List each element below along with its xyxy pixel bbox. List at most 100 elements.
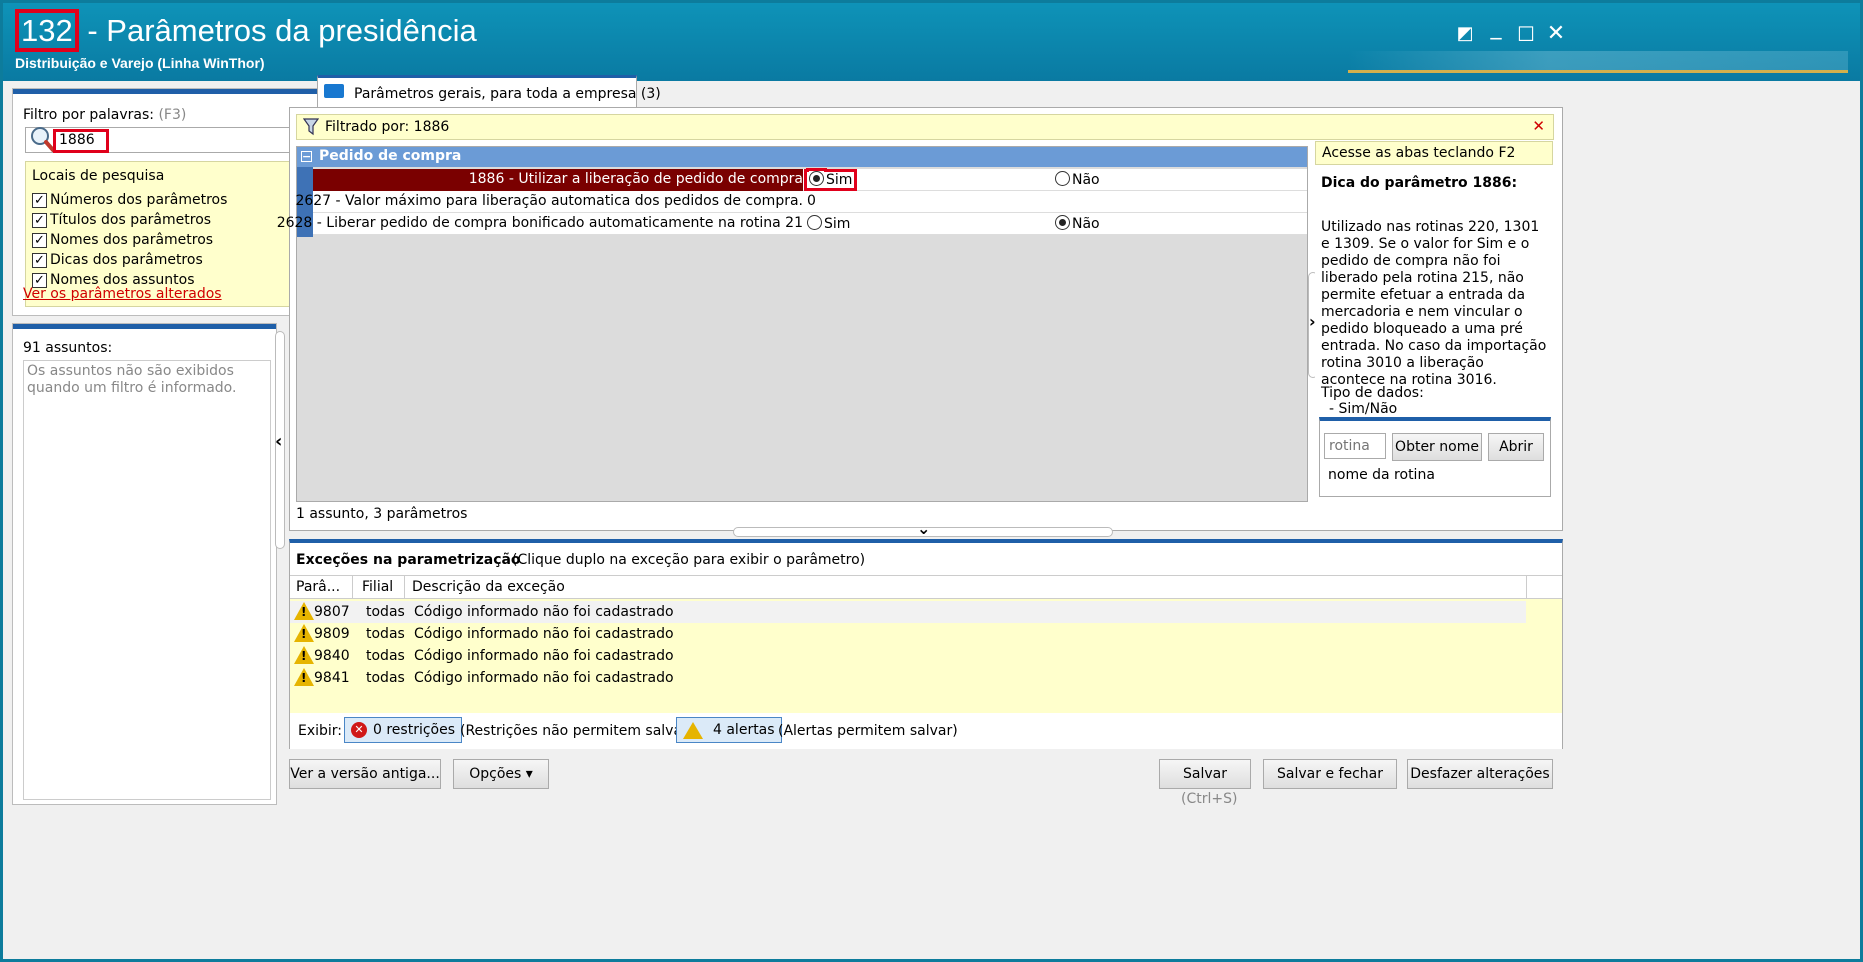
exceptions-header: Exceções na parametrização (Clique duplo… [290, 543, 1562, 575]
panel-accent-bar [13, 324, 276, 329]
collapse-down-icon[interactable]: ⌄ [917, 519, 930, 538]
warning-icon [294, 624, 314, 642]
old-version-button[interactable]: Ver a versão antiga... [289, 759, 441, 789]
minimize-icon[interactable]: _ [1479, 11, 1513, 45]
search-input[interactable]: 1886 [53, 129, 109, 153]
save-and-close-button[interactable]: Salvar e fechar [1263, 759, 1397, 789]
option-no[interactable]: Não [1055, 171, 1100, 188]
open-button[interactable]: Abrir [1488, 433, 1544, 461]
undo-changes-button[interactable]: Desfazer alterações [1407, 759, 1553, 789]
exception-branch: todas [366, 604, 405, 620]
exception-branch: todas [366, 670, 405, 686]
filter-panel: Filtro por palavras: (F3) 1886 ✕ Locais … [12, 88, 328, 316]
parameter-row[interactable]: 2628 - Liberar pedido de compra bonifica… [277, 213, 1307, 235]
option-no-label: Não [1072, 216, 1100, 232]
option-yes[interactable]: Sim [807, 215, 851, 232]
subjects-count: 91 assuntos: [23, 340, 113, 356]
exceptions-panel: Exceções na parametrização (Clique duplo… [289, 539, 1563, 749]
column-header-param[interactable]: Parâ... [296, 579, 340, 595]
exception-row[interactable]: 9807 todas Código informado não foi cada… [290, 601, 1526, 623]
save-shortcut-hint: (Ctrl+S) [1181, 791, 1238, 807]
options-button[interactable]: Opções ▾ [453, 759, 549, 789]
folder-icon [324, 84, 344, 98]
location-option[interactable]: ✓ Títulos dos parâmetros [32, 210, 211, 230]
application-window: 132 - Parâmetros da presidência Distribu… [0, 0, 1863, 962]
option-yes-label: Sim [824, 216, 851, 232]
column-separator [1526, 576, 1527, 598]
parameter-row[interactable]: 1886 - Utilizar a liberação de pedido de… [313, 169, 1307, 191]
location-option-label: Dicas dos parâmetros [50, 252, 203, 268]
exception-param: 9841 [314, 670, 350, 686]
save-button[interactable]: Salvar [1159, 759, 1251, 789]
get-name-button[interactable]: Obter nome [1392, 433, 1482, 461]
alerts-toggle[interactable]: 4 alertas [676, 717, 782, 743]
restrictions-note: (Restrições não permitem salvar) [460, 723, 694, 739]
column-header-branch[interactable]: Filial [362, 579, 393, 595]
column-separator [404, 576, 405, 598]
exception-description: Código informado não foi cadastrado [414, 604, 674, 620]
group-title: Pedido de compra [319, 148, 462, 164]
exception-param: 9809 [314, 626, 350, 642]
radio-selected-icon[interactable] [809, 171, 824, 186]
option-no-label: Não [1072, 172, 1100, 188]
subjects-list[interactable]: Os assuntos não são exibidos quando um f… [23, 360, 271, 800]
checkbox-checked-icon[interactable]: ✓ [32, 212, 47, 228]
radio-empty-icon[interactable] [807, 215, 822, 230]
warning-icon [294, 602, 314, 620]
restore-icon[interactable]: ◩ [1448, 17, 1482, 51]
collapse-left-icon[interactable]: ‹ [275, 431, 282, 452]
option-yes-highlight[interactable]: Sim [803, 169, 858, 191]
exception-description: Código informado não foi cadastrado [414, 626, 674, 642]
parameter-row[interactable]: 2627 - Valor máximo para liberação autom… [295, 191, 1307, 213]
exception-description: Código informado não foi cadastrado [414, 670, 674, 686]
routine-input[interactable] [1324, 433, 1386, 459]
exception-param: 9807 [314, 604, 350, 620]
column-separator [352, 576, 353, 598]
search-locations-title: Locais de pesquisa [32, 168, 165, 184]
grid-status: 1 assunto, 3 parâmetros [296, 506, 468, 522]
tab-general-parameters[interactable]: Parâmetros gerais, para toda a empresa (… [317, 75, 661, 107]
option-no[interactable]: Não [1055, 215, 1100, 232]
collapse-group-icon[interactable]: − [301, 151, 312, 162]
parameter-name: 2627 - Valor máximo para liberação autom… [295, 193, 803, 209]
parameter-value[interactable]: 0 [807, 193, 816, 209]
exception-branch: todas [366, 648, 405, 664]
remove-filter-icon[interactable]: ✕ [1532, 117, 1545, 135]
alerts-label: 4 alertas [713, 722, 775, 738]
exception-row[interactable]: 9841 todas Código informado não foi cada… [290, 667, 1526, 689]
parameter-name: 2628 - Liberar pedido de compra bonifica… [276, 215, 803, 231]
exception-row[interactable]: 9809 todas Código informado não foi cada… [290, 623, 1526, 645]
radio-selected-icon[interactable] [1055, 215, 1070, 230]
location-option-label: Números dos parâmetros [50, 192, 228, 208]
parameters-grid: − Pedido de compra 1886 - Utilizar a lib… [277, 146, 1308, 502]
group-header[interactable]: − Pedido de compra [297, 147, 1307, 167]
restrictions-label: 0 restrições [373, 722, 456, 738]
show-filter-row: Exibir: ✕ 0 restrições (Restrições não p… [290, 713, 1562, 749]
window-subtitle: Distribuição e Varejo (Linha WinThor) [15, 55, 265, 71]
radio-empty-icon[interactable] [1055, 171, 1070, 186]
changed-parameters-link[interactable]: Ver os parâmetros alterados [23, 286, 222, 302]
location-option[interactable]: ✓ Dicas dos parâmetros [32, 250, 203, 270]
location-option[interactable]: ✓ Nomes dos parâmetros [32, 230, 213, 250]
funnel-icon [302, 118, 320, 140]
restrictions-toggle[interactable]: ✕ 0 restrições [344, 717, 463, 743]
parameter-name: 1886 - Utilizar a liberação de pedido de… [468, 171, 803, 187]
panel-accent-bar [13, 89, 327, 94]
alerts-note: (Alertas permitem salvar) [778, 723, 958, 739]
subjects-panel: 91 assuntos: Os assuntos não são exibido… [12, 323, 277, 805]
close-icon[interactable]: ✕ [1539, 17, 1573, 51]
warning-icon [683, 721, 703, 739]
checkbox-checked-icon[interactable]: ✓ [32, 232, 47, 248]
exception-row[interactable]: 9840 todas Código informado não foi cada… [290, 645, 1526, 667]
checkbox-checked-icon[interactable]: ✓ [32, 192, 47, 208]
checkbox-checked-icon[interactable]: ✓ [32, 252, 47, 268]
routine-lookup-box: Obter nome Abrir nome da rotina [1319, 417, 1551, 497]
data-type-label: Tipo de dados: [1321, 385, 1424, 401]
title-decoration [1348, 51, 1848, 73]
hint-body: Utilizado nas rotinas 220, 1301 e 1309. … [1321, 219, 1547, 388]
maximize-icon[interactable]: ☐ [1509, 17, 1543, 51]
title-bar: 132 - Parâmetros da presidência Distribu… [3, 3, 1860, 81]
column-header-description[interactable]: Descrição da exceção [412, 579, 565, 595]
filter-label-text: Filtro por palavras: [23, 107, 154, 123]
location-option[interactable]: ✓ Números dos parâmetros [32, 190, 227, 210]
